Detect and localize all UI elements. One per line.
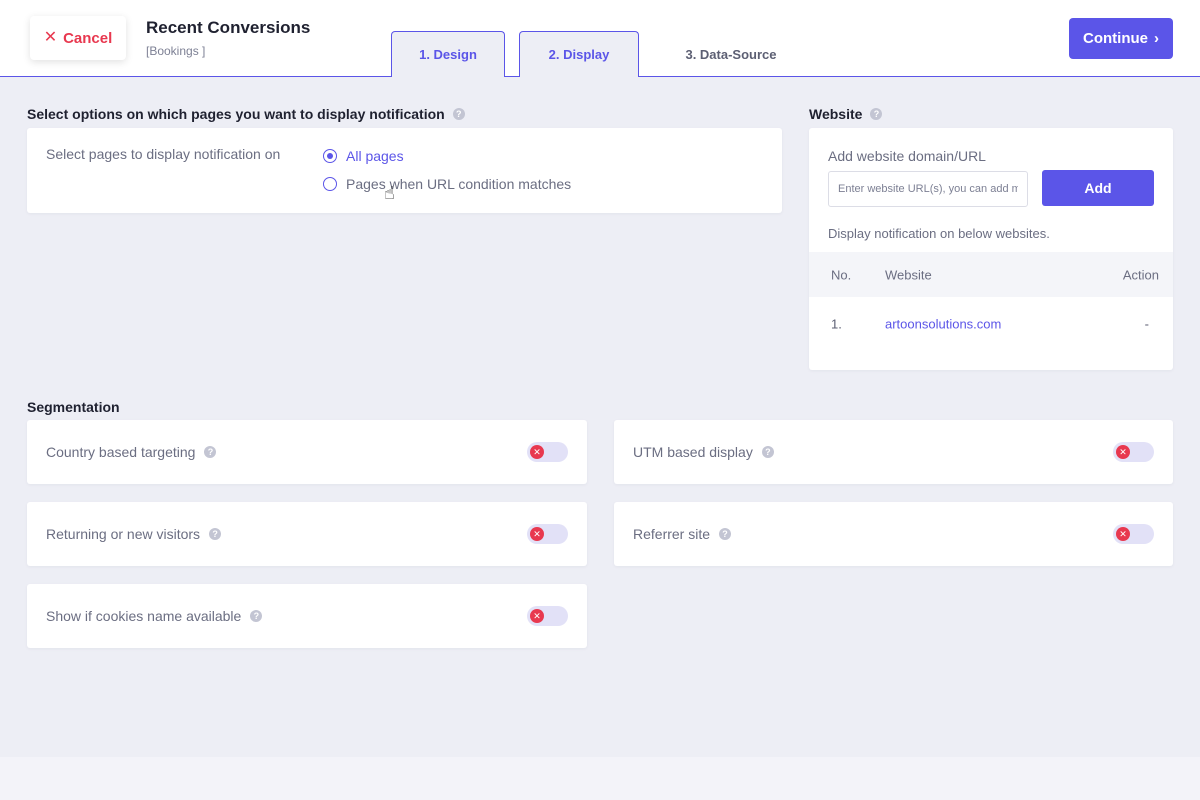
radio-all-pages-label: All pages	[346, 148, 404, 164]
returning-visitors-toggle[interactable]: ✕	[527, 524, 568, 544]
close-icon: ✕	[43, 29, 58, 46]
tab-design-label: 1. Design	[419, 47, 477, 62]
tab-data-source[interactable]: 3. Data-Source	[660, 31, 802, 77]
cancel-label: Cancel	[63, 29, 113, 47]
campaign-title-block: Recent Conversions [Bookings ]	[146, 18, 310, 58]
add-website-label: Add website domain/URL	[828, 148, 986, 164]
segment-label: Returning or new visitors ?	[46, 526, 222, 542]
segment-utm-label: UTM based display	[633, 444, 753, 460]
row-number: 1.	[831, 316, 842, 332]
toggle-off-icon: ✕	[530, 445, 544, 459]
segment-label: Referrer site ?	[633, 526, 732, 542]
help-icon[interactable]: ?	[870, 108, 883, 120]
country-targeting-toggle[interactable]: ✕	[527, 442, 568, 462]
segment-returning-label: Returning or new visitors	[46, 526, 201, 542]
referrer-site-toggle[interactable]: ✕	[1113, 524, 1154, 544]
segment-referrer-card: Referrer site ? ✕	[614, 502, 1173, 566]
continue-button[interactable]: Continue ›	[1069, 18, 1173, 59]
help-icon[interactable]: ?	[250, 610, 263, 622]
row-action: -	[1144, 316, 1149, 332]
table-row: 1. artoonsolutions.com -	[809, 300, 1173, 348]
segment-utm-card: UTM based display ? ✕	[614, 420, 1173, 484]
segment-cookies-card: Show if cookies name available ? ✕	[27, 584, 587, 648]
website-url-input[interactable]	[828, 171, 1028, 207]
page-title: Recent Conversions	[146, 18, 311, 37]
radio-url-condition-label: Pages when URL condition matches	[346, 176, 572, 192]
website-note: Display notification on below websites.	[828, 226, 1050, 241]
segmentation-heading-text: Segmentation	[27, 399, 120, 415]
segment-label: Show if cookies name available ?	[46, 608, 263, 624]
segment-label: Country based targeting ?	[46, 444, 217, 460]
segment-referrer-label: Referrer site	[633, 526, 711, 542]
radio-url-condition[interactable]: Pages when URL condition matches	[323, 176, 571, 192]
segment-label: UTM based display ?	[633, 444, 774, 460]
tab-display[interactable]: 2. Display	[519, 31, 639, 77]
radio-unselected-icon[interactable]	[323, 177, 337, 191]
website-card: Add website domain/URL Add Display notif…	[809, 128, 1173, 370]
utm-display-toggle[interactable]: ✕	[1113, 442, 1154, 462]
footer-band	[0, 757, 1200, 800]
column-action: Action	[1122, 267, 1159, 282]
segment-returning-card: Returning or new visitors ? ✕	[27, 502, 587, 566]
help-icon[interactable]: ?	[761, 446, 774, 458]
segment-country-label: Country based targeting	[46, 444, 196, 460]
help-icon[interactable]: ?	[719, 528, 732, 540]
continue-label: Continue	[1083, 30, 1148, 47]
help-icon[interactable]: ?	[452, 108, 465, 120]
page-subtitle: [Bookings ]	[146, 44, 206, 58]
hand-pointer-icon: ☝	[384, 183, 395, 203]
help-icon[interactable]: ?	[204, 446, 217, 458]
radio-all-pages[interactable]: All pages	[323, 148, 404, 164]
display-pages-heading: Select options on which pages you want t…	[27, 106, 465, 122]
column-no: No.	[831, 267, 852, 282]
website-heading-text: Website	[809, 106, 863, 122]
website-table-header: No. Website Action	[809, 252, 1173, 297]
radio-selected-icon[interactable]	[323, 149, 337, 163]
segment-country-card: Country based targeting ? ✕	[27, 420, 587, 484]
segment-cookies-label: Show if cookies name available	[46, 608, 242, 624]
tab-data-source-label: 3. Data-Source	[685, 46, 777, 62]
toggle-off-icon: ✕	[530, 609, 544, 623]
tab-design[interactable]: 1. Design	[391, 31, 505, 77]
column-website: Website	[885, 267, 932, 282]
toggle-off-icon: ✕	[1116, 527, 1130, 541]
toggle-off-icon: ✕	[1116, 445, 1130, 459]
cookies-name-toggle[interactable]: ✕	[527, 606, 568, 626]
top-header: ✕ Cancel Recent Conversions [Bookings ] …	[0, 0, 1200, 77]
display-pages-card: Select pages to display notification on …	[27, 128, 782, 213]
help-icon[interactable]: ?	[209, 528, 222, 540]
tab-display-label: 2. Display	[548, 47, 610, 62]
chevron-right-icon: ›	[1154, 30, 1159, 47]
cancel-button[interactable]: ✕ Cancel	[30, 16, 126, 60]
toggle-off-icon: ✕	[530, 527, 544, 541]
website-link[interactable]: artoonsolutions.com	[885, 317, 1001, 332]
add-website-button[interactable]: Add	[1042, 170, 1154, 206]
select-pages-label: Select pages to display notification on	[46, 146, 281, 162]
segmentation-heading: Segmentation	[27, 399, 120, 415]
display-pages-heading-text: Select options on which pages you want t…	[27, 106, 445, 122]
website-heading: Website ?	[809, 106, 883, 122]
